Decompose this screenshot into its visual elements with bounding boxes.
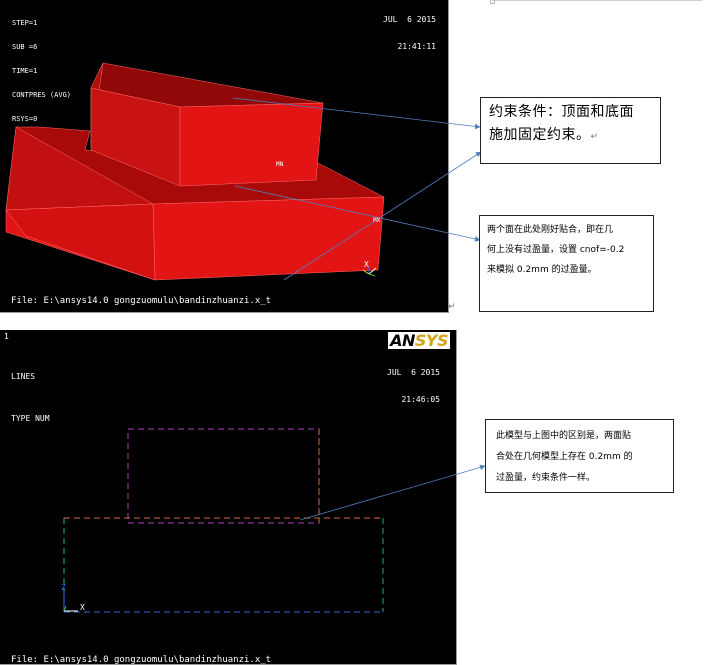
bottom-axis-x-label: X [80,603,85,612]
model-text-line1: 此模型与上图中的区别是，两面贴 [496,431,632,441]
paragraph-return-mark: ↵ [448,302,456,312]
bottom-axis-triad [63,592,78,612]
upper-block-outline [127,428,320,524]
constraint-return-mark: ↵ [590,132,599,142]
arrow-model-difference [299,464,486,521]
constraint-text-line1: 约束条件：顶面和底面 [489,104,634,120]
bottom-slab-right-face [152,196,385,281]
top-axis-x-label: X [364,260,369,269]
constraint-callout[interactable]: 约束条件：顶面和底面 施加固定约束。↵ [480,97,661,164]
max-marker-label: MX [373,217,381,224]
contact-text-line2: 何上没有过盈量，设置 cnof=-0.2 [487,245,625,255]
model-difference-callout[interactable]: 此模型与上图中的区别是，两面贴 合处在几何模型上存在 0.2mm 的 过盈量，约… [485,419,674,493]
top-block-right-face [179,102,324,187]
model-text-line2: 合处在几何模型上存在 0.2mm 的 [496,452,633,462]
min-marker-label: MN [276,161,284,168]
model-text-line3: 过盈量，约束条件一样。 [496,473,596,483]
constraint-text-line2: 施加固定约束。 [489,127,591,143]
contact-text-line1: 两个面在此处刚好贴合，即在几 [487,225,614,235]
bottom-axis-z-label: Z [61,583,66,592]
bottom-slab-side-face [5,203,156,281]
wireframe-model [63,428,384,613]
contact-offset-callout[interactable]: 两个面在此处刚好贴合，即在几 何上没有过盈量，设置 cnof=-0.2 来模拟 … [479,215,654,312]
contact-text-line3: 来模拟 0.2mm 的过盈量。 [487,265,597,275]
